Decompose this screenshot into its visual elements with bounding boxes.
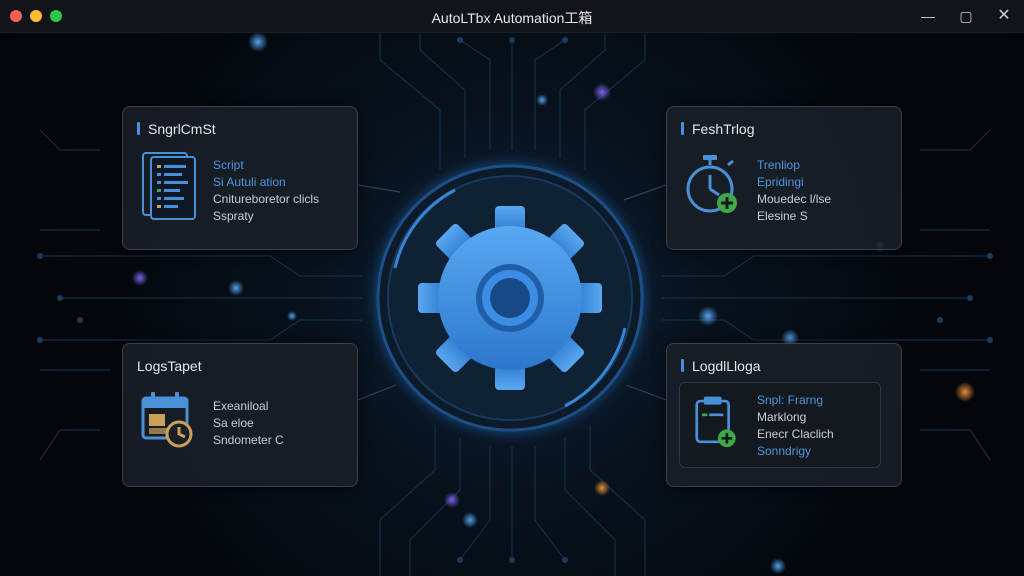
card-line: Cnitureboretor clicls [213,192,320,206]
card-title-text: FeshTrlog [692,121,755,137]
card-line: Elesine S [757,209,808,223]
card-line: Exeaniloal [213,399,269,413]
calendar-clock-icon [141,392,193,448]
stopwatch-icon [686,155,737,213]
app-window: AutoLTbx Automation工箱 — ▢ ✕ SngrlCmSt Sc… [0,0,1024,576]
card-lines: Script Si Autuli ation Cnitureboretor cl… [213,157,319,225]
card-line: Enecr Claclich [757,427,834,441]
title-bar: AutoLTbx Automation工箱 — ▢ ✕ [0,0,1024,33]
card-lines: Snpl: Frarng Marklong Enecr Claclich Son… [757,392,834,460]
card-lines: Exeaniloal Sa eloe Sndometer C [213,398,284,449]
card-line: Sspraty [213,209,254,223]
card-line: Sa eloe [213,416,254,430]
card-line: Trenliop [757,158,800,172]
card-lines: Trenliop Epridingi Mouedec l/lse Elesine… [757,157,831,225]
card-title-text: LogsTapet [137,358,202,374]
card-title-text: SngrlCmSt [148,121,216,137]
card-title: FeshTrlog [681,121,755,137]
card-title: LogdlLloga [681,358,761,374]
card-script[interactable]: SngrlCmSt Script Si Autuli ation Cniture… [122,106,358,250]
card-line: Marklong [757,410,807,424]
card-line: Script [213,158,244,172]
card-title: SngrlCmSt [137,121,216,137]
minimize-icon[interactable]: — [918,6,938,26]
card-logs[interactable]: LogdlLloga Snpl: Frarng Marklong Enecr C… [666,343,902,487]
central-gear [360,148,660,448]
card-line: Sonndrigy [757,444,812,458]
card-schedule[interactable]: FeshTrlog Trenliop Epridingi Mouedec l/l… [666,106,902,250]
clipboard-add-icon [695,396,736,448]
card-line: Snpl: Frarng [757,393,824,407]
script-document-icon [142,152,196,220]
card-line: Si Autuli ation [213,175,286,189]
gear-icon [362,150,658,446]
close-icon[interactable]: ✕ [994,6,1014,26]
card-logs-target[interactable]: LogsTapet Exeaniloal Sa eloe Sndometer C [122,343,358,487]
card-title: LogsTapet [137,358,202,374]
card-line: Sndometer C [213,433,284,447]
maximize-icon[interactable]: ▢ [956,6,976,26]
card-line: Mouedec l/lse [757,192,832,206]
card-title-text: LogdlLloga [692,358,761,374]
window-title: AutoLTbx Automation工箱 [431,10,593,26]
card-line: Epridingi [757,175,804,189]
